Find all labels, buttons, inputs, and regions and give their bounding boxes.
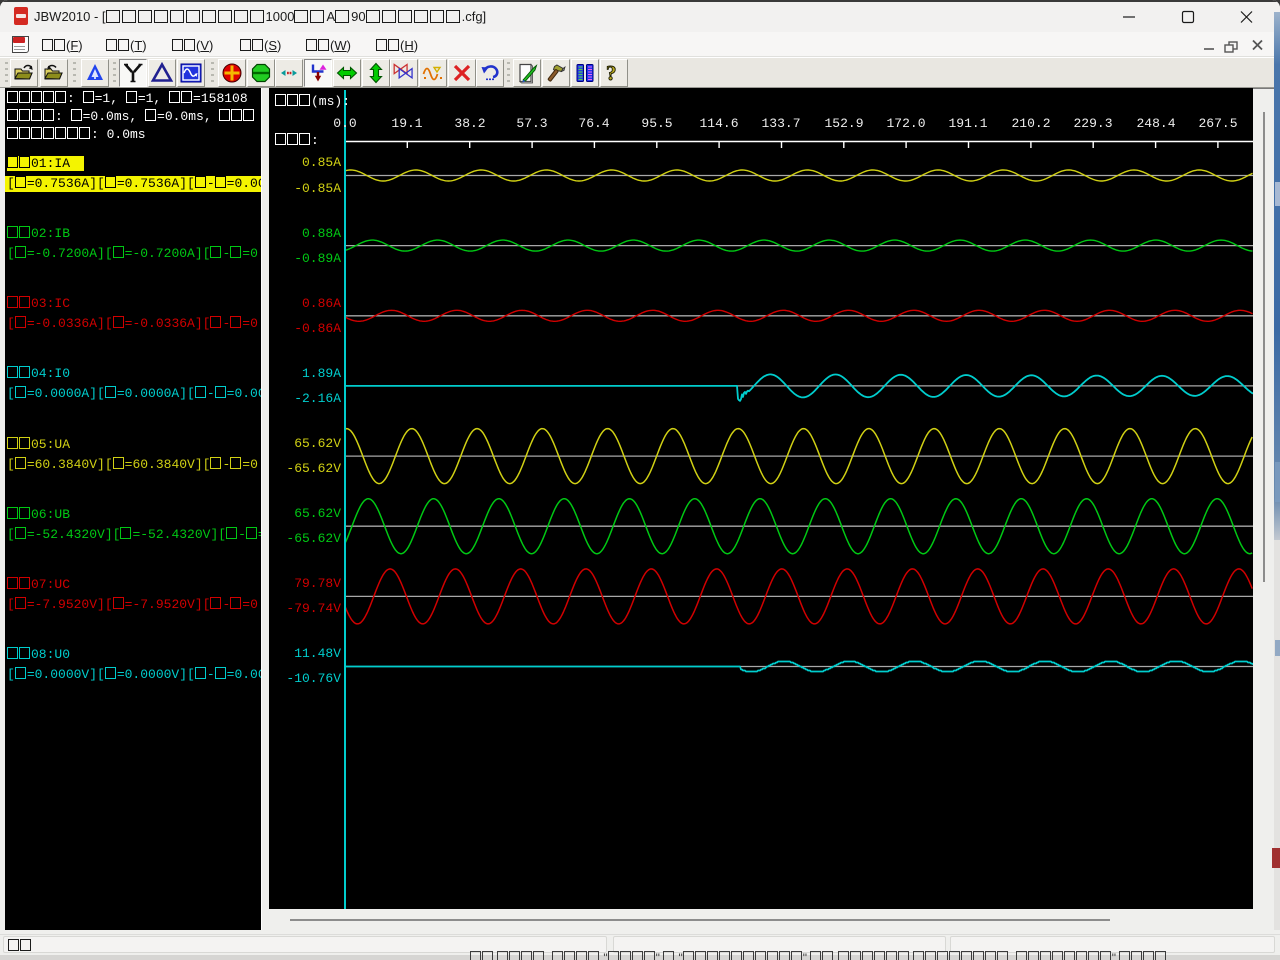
svg-text:?: ? <box>606 61 617 85</box>
